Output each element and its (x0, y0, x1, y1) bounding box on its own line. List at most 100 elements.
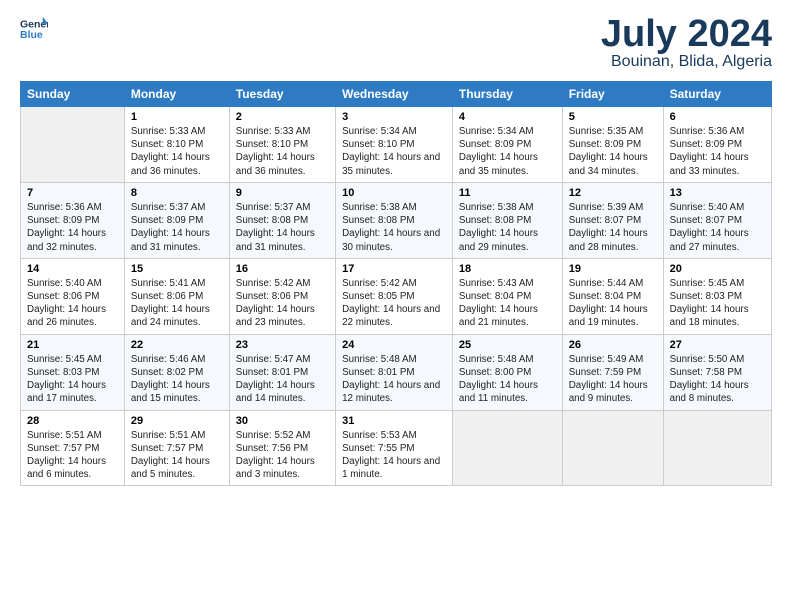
calendar-cell: 26 Sunrise: 5:49 AMSunset: 7:59 PMDayligh… (562, 334, 663, 410)
page-header: General Blue July 2024 Bouinan, Blida, A… (20, 15, 772, 71)
cell-info: Sunrise: 5:46 AMSunset: 8:02 PMDaylight:… (131, 353, 223, 406)
calendar-cell: 20Sunrise: 5:45 AMSunset: 8:03 PMDayligh… (663, 258, 771, 334)
cell-info: Sunrise: 5:34 AMSunset: 8:09 PMDaylight:… (459, 125, 556, 178)
day-number: 14 (27, 263, 118, 275)
calendar-cell (452, 410, 562, 486)
calendar-cell (663, 410, 771, 486)
col-thursday: Thursday (452, 82, 562, 107)
day-number: 23 (236, 339, 329, 351)
cell-info: Sunrise: 5:50 AMSunset: 7:58 PMDaylight:… (670, 353, 765, 406)
table-row: 1 Sunrise: 5:33 AMSunset: 8:10 PMDaylight… (21, 107, 772, 183)
calendar-cell: 23 Sunrise: 5:47 AMSunset: 8:01 PMDayligh… (229, 334, 335, 410)
cell-info: Sunrise: 5:48 AMSunset: 8:01 PMDaylight:… (342, 353, 446, 406)
cell-info: Sunrise: 5:45 AMSunset: 8:03 PMDaylight:… (27, 353, 118, 406)
table-row: 21 Sunrise: 5:45 AMSunset: 8:03 PMDayligh… (21, 334, 772, 410)
table-row: 28 Sunrise: 5:51 AMSunset: 7:57 PMDayligh… (21, 410, 772, 486)
cell-info: Sunrise: 5:38 AMSunset: 8:08 PMDaylight:… (459, 201, 556, 254)
day-number: 5 (569, 111, 657, 123)
calendar-subtitle: Bouinan, Blida, Algeria (601, 53, 772, 71)
day-number: 29 (131, 415, 223, 427)
calendar-cell: 7 Sunrise: 5:36 AMSunset: 8:09 PMDaylight… (21, 182, 125, 258)
calendar-cell: 8Sunrise: 5:37 AMSunset: 8:09 PMDaylight… (124, 182, 229, 258)
day-number: 26 (569, 339, 657, 351)
day-number: 16 (236, 263, 329, 275)
day-number: 8 (131, 187, 223, 199)
day-number: 18 (459, 263, 556, 275)
calendar-cell: 6 Sunrise: 5:36 AMSunset: 8:09 PMDaylight… (663, 107, 771, 183)
day-number: 6 (670, 111, 765, 123)
day-number: 7 (27, 187, 118, 199)
cell-info: Sunrise: 5:43 AMSunset: 8:04 PMDaylight:… (459, 277, 556, 330)
cell-info: Sunrise: 5:41 AMSunset: 8:06 PMDaylight:… (131, 277, 223, 330)
cell-info: Sunrise: 5:48 AMSunset: 8:00 PMDaylight:… (459, 353, 556, 406)
cell-info: Sunrise: 5:51 AMSunset: 7:57 PMDaylight:… (27, 429, 118, 482)
cell-info: Sunrise: 5:40 AMSunset: 8:07 PMDaylight:… (670, 201, 765, 254)
calendar-cell: 25 Sunrise: 5:48 AMSunset: 8:00 PMDayligh… (452, 334, 562, 410)
day-number: 19 (569, 263, 657, 275)
day-number: 12 (569, 187, 657, 199)
day-number: 28 (27, 415, 118, 427)
calendar-cell: 31Sunrise: 5:53 AMSunset: 7:55 PMDayligh… (336, 410, 453, 486)
cell-info: Sunrise: 5:52 AMSunset: 7:56 PMDaylight:… (236, 429, 329, 482)
calendar-cell: 19Sunrise: 5:44 AMSunset: 8:04 PMDayligh… (562, 258, 663, 334)
day-number: 1 (131, 111, 223, 123)
calendar-cell: 30 Sunrise: 5:52 AMSunset: 7:56 PMDayligh… (229, 410, 335, 486)
cell-info: Sunrise: 5:33 AMSunset: 8:10 PMDaylight:… (236, 125, 329, 178)
calendar-cell: 27 Sunrise: 5:50 AMSunset: 7:58 PMDayligh… (663, 334, 771, 410)
day-number: 3 (342, 111, 446, 123)
day-number: 17 (342, 263, 446, 275)
table-header-row: Sunday Monday Tuesday Wednesday Thursday… (21, 82, 772, 107)
day-number: 10 (342, 187, 446, 199)
day-number: 21 (27, 339, 118, 351)
calendar-cell: 1Sunrise: 5:33 AMSunset: 8:10 PMDaylight… (124, 107, 229, 183)
calendar-cell: 29 Sunrise: 5:51 AMSunset: 7:57 PMDayligh… (124, 410, 229, 486)
cell-info: Sunrise: 5:36 AMSunset: 8:09 PMDaylight:… (27, 201, 118, 254)
day-number: 4 (459, 111, 556, 123)
logo-icon: General Blue (20, 15, 48, 43)
calendar-cell: 16 Sunrise: 5:42 AMSunset: 8:06 PMDayligh… (229, 258, 335, 334)
calendar-cell: 3Sunrise: 5:34 AMSunset: 8:10 PMDaylight… (336, 107, 453, 183)
calendar-cell: 22 Sunrise: 5:46 AMSunset: 8:02 PMDayligh… (124, 334, 229, 410)
cell-info: Sunrise: 5:36 AMSunset: 8:09 PMDaylight:… (670, 125, 765, 178)
title-block: July 2024 Bouinan, Blida, Algeria (601, 15, 772, 71)
calendar-cell: 21 Sunrise: 5:45 AMSunset: 8:03 PMDayligh… (21, 334, 125, 410)
day-number: 20 (670, 263, 765, 275)
calendar-cell: 17 Sunrise: 5:42 AMSunset: 8:05 PMDayligh… (336, 258, 453, 334)
day-number: 27 (670, 339, 765, 351)
calendar-cell: 9Sunrise: 5:37 AMSunset: 8:08 PMDaylight… (229, 182, 335, 258)
calendar-cell: 12 Sunrise: 5:39 AMSunset: 8:07 PMDayligh… (562, 182, 663, 258)
calendar-table: Sunday Monday Tuesday Wednesday Thursday… (20, 81, 772, 486)
cell-info: Sunrise: 5:38 AMSunset: 8:08 PMDaylight:… (342, 201, 446, 254)
cell-info: Sunrise: 5:35 AMSunset: 8:09 PMDaylight:… (569, 125, 657, 178)
day-number: 25 (459, 339, 556, 351)
table-row: 14Sunrise: 5:40 AMSunset: 8:06 PMDayligh… (21, 258, 772, 334)
calendar-cell: 18 Sunrise: 5:43 AMSunset: 8:04 PMDayligh… (452, 258, 562, 334)
cell-info: Sunrise: 5:47 AMSunset: 8:01 PMDaylight:… (236, 353, 329, 406)
day-number: 30 (236, 415, 329, 427)
col-friday: Friday (562, 82, 663, 107)
cell-info: Sunrise: 5:39 AMSunset: 8:07 PMDaylight:… (569, 201, 657, 254)
calendar-cell: 28 Sunrise: 5:51 AMSunset: 7:57 PMDayligh… (21, 410, 125, 486)
calendar-cell: 5 Sunrise: 5:35 AMSunset: 8:09 PMDaylight… (562, 107, 663, 183)
calendar-title: July 2024 (601, 15, 772, 53)
calendar-cell: 15 Sunrise: 5:41 AMSunset: 8:06 PMDayligh… (124, 258, 229, 334)
calendar-cell: 24 Sunrise: 5:48 AMSunset: 8:01 PMDayligh… (336, 334, 453, 410)
cell-info: Sunrise: 5:42 AMSunset: 8:05 PMDaylight:… (342, 277, 446, 330)
cell-info: Sunrise: 5:51 AMSunset: 7:57 PMDaylight:… (131, 429, 223, 482)
col-sunday: Sunday (21, 82, 125, 107)
day-number: 15 (131, 263, 223, 275)
col-tuesday: Tuesday (229, 82, 335, 107)
day-number: 2 (236, 111, 329, 123)
day-number: 24 (342, 339, 446, 351)
cell-info: Sunrise: 5:37 AMSunset: 8:08 PMDaylight:… (236, 201, 329, 254)
svg-text:Blue: Blue (20, 29, 43, 41)
calendar-cell: 13 Sunrise: 5:40 AMSunset: 8:07 PMDayligh… (663, 182, 771, 258)
col-wednesday: Wednesday (336, 82, 453, 107)
calendar-cell: 2 Sunrise: 5:33 AMSunset: 8:10 PMDaylight… (229, 107, 335, 183)
day-number: 22 (131, 339, 223, 351)
day-number: 13 (670, 187, 765, 199)
cell-info: Sunrise: 5:49 AMSunset: 7:59 PMDaylight:… (569, 353, 657, 406)
calendar-cell (562, 410, 663, 486)
cell-info: Sunrise: 5:42 AMSunset: 8:06 PMDaylight:… (236, 277, 329, 330)
col-monday: Monday (124, 82, 229, 107)
